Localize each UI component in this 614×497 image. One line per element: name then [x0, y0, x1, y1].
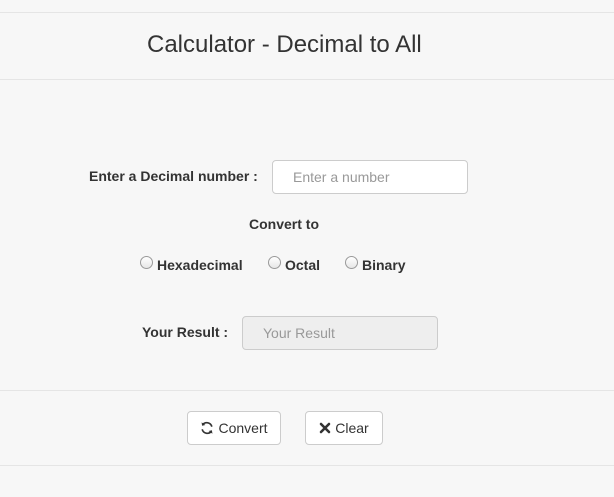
page-title: Calculator - Decimal to All [147, 31, 422, 58]
radio-button-icon[interactable] [268, 255, 281, 269]
header-divider [0, 79, 614, 80]
convert-button-label: Convert [218, 420, 268, 436]
times-icon [319, 422, 331, 434]
bottom-divider [0, 465, 614, 466]
radio-hexadecimal-label: Hexadecimal [157, 257, 243, 273]
top-divider [0, 12, 614, 13]
radio-button-icon[interactable] [140, 255, 153, 269]
clear-button-label: Clear [335, 420, 369, 436]
result-label: Your Result : [142, 324, 229, 340]
convert-to-label: Convert to [249, 216, 319, 232]
radio-octal[interactable]: Octal [268, 255, 321, 273]
decimal-number-input[interactable] [272, 160, 468, 194]
radio-binary-label: Binary [362, 257, 406, 273]
calculator-page: Calculator - Decimal to All Enter a Deci… [0, 0, 614, 497]
radio-octal-label: Octal [285, 257, 321, 273]
refresh-icon [200, 421, 214, 435]
radio-button-icon[interactable] [345, 255, 358, 269]
radio-hexadecimal[interactable]: Hexadecimal [140, 255, 243, 273]
decimal-number-label: Enter a Decimal number : [89, 168, 258, 184]
result-field [242, 316, 438, 350]
actions-divider [0, 390, 614, 391]
convert-button[interactable]: Convert [187, 411, 281, 445]
radio-binary[interactable]: Binary [345, 255, 406, 273]
clear-button[interactable]: Clear [305, 411, 383, 445]
